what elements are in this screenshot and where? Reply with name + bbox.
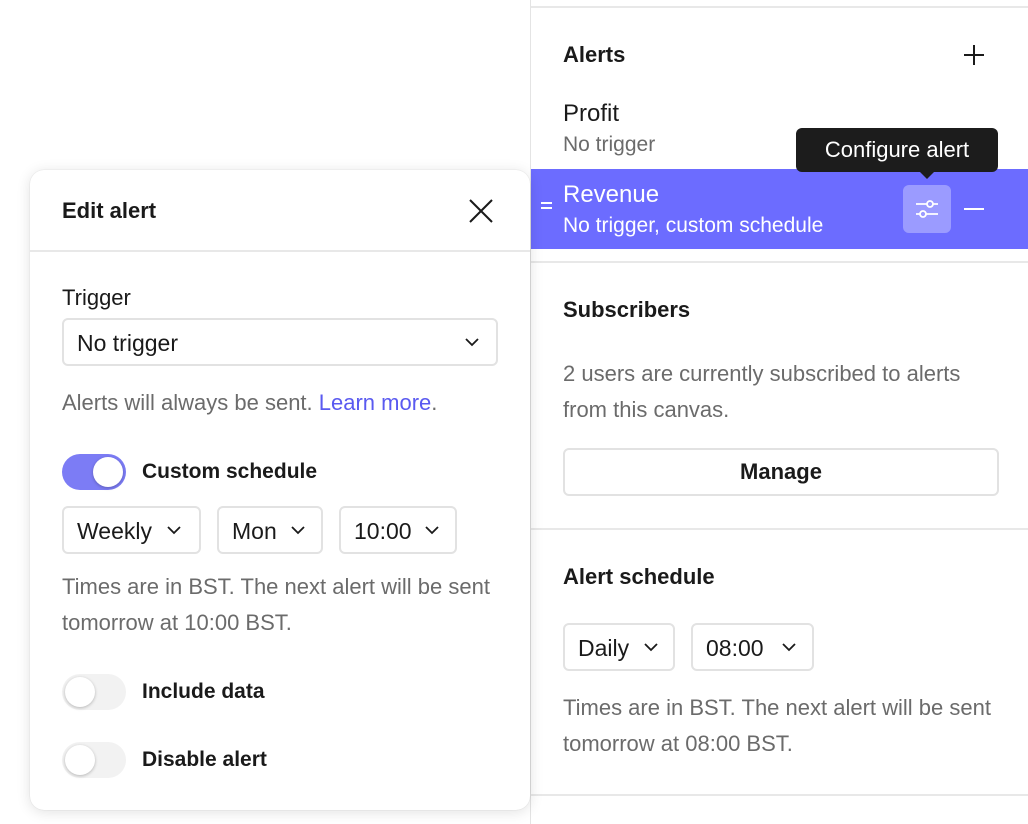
divider <box>531 794 1028 796</box>
schedule-note: Times are in BST. The next alert will be… <box>563 695 991 756</box>
hint-text: Alerts will always be sent. <box>62 390 319 415</box>
schedule-frequency-select[interactable]: Daily <box>563 623 675 671</box>
dialog-title: Edit alert <box>62 198 157 223</box>
subscribers-title: Subscribers <box>563 297 691 322</box>
trigger-hint: Alerts will always be sent. Learn more. <box>62 385 437 421</box>
chevron-down-icon <box>782 643 796 652</box>
alert-item-profit[interactable]: Profit No trigger <box>531 0 1028 156</box>
include-data-toggle[interactable] <box>62 674 126 710</box>
select-value: 10:00 <box>354 518 412 544</box>
select-value: Mon <box>232 518 277 544</box>
custom-schedule-label: Custom schedule <box>142 460 318 483</box>
edit-alert-dialog: Edit alert Trigger No trigger Alerts wil… <box>30 170 530 810</box>
time-select[interactable]: 10:00 <box>339 506 457 554</box>
alert-name: Revenue <box>563 181 660 208</box>
divider <box>531 528 1028 530</box>
trigger-label: Trigger <box>62 285 131 310</box>
configure-alert-tooltip: Configure alert <box>796 128 998 179</box>
day-select[interactable]: Mon <box>217 506 323 554</box>
frequency-select[interactable]: Weekly <box>62 506 201 554</box>
trigger-select[interactable]: No trigger <box>62 318 498 366</box>
alerts-side-panel: Alerts Profit No trigger Revenue No trig… <box>530 0 1028 824</box>
chevron-down-icon <box>465 338 479 347</box>
alert-status: No trigger <box>563 133 656 156</box>
configure-alert-button[interactable] <box>903 185 951 233</box>
select-value: No trigger <box>77 330 178 356</box>
include-data-label: Include data <box>142 680 265 703</box>
close-icon <box>469 199 493 223</box>
hint-suffix: . <box>431 390 438 415</box>
toggle-knob <box>65 677 95 707</box>
chevron-down-icon <box>425 526 439 535</box>
toggle-knob <box>93 457 123 487</box>
learn-more-link[interactable]: Learn more <box>319 390 432 415</box>
chevron-down-icon <box>644 643 658 652</box>
select-value: 08:00 <box>706 635 764 661</box>
subscribers-description: 2 users are currently subscribed to aler… <box>563 361 961 422</box>
divider <box>30 250 530 252</box>
manage-button[interactable]: Manage <box>563 448 999 496</box>
remove-alert-minus-icon[interactable] <box>961 198 987 220</box>
drag-handle-icon[interactable] <box>541 202 553 212</box>
close-button[interactable] <box>466 196 496 226</box>
alert-name: Profit <box>563 100 620 127</box>
alert-item-revenue[interactable]: Revenue No trigger, custom schedule <box>531 169 1028 249</box>
divider <box>531 261 1028 263</box>
alert-schedule-title: Alert schedule <box>563 564 715 589</box>
schedule-note: Times are in BST. The next alert will be… <box>62 574 490 635</box>
select-value: Daily <box>578 635 630 661</box>
custom-schedule-toggle[interactable] <box>62 454 126 490</box>
alert-status: No trigger, custom schedule <box>563 214 824 237</box>
disable-alert-toggle[interactable] <box>62 742 126 778</box>
disable-alert-label: Disable alert <box>142 748 267 771</box>
schedule-time-select[interactable]: 08:00 <box>691 623 814 671</box>
chevron-down-icon <box>167 526 181 535</box>
toggle-knob <box>65 745 95 775</box>
sliders-icon <box>916 200 938 218</box>
app-root: Alerts Profit No trigger Revenue No trig… <box>0 0 1028 824</box>
chevron-down-icon <box>291 526 305 535</box>
select-value: Weekly <box>77 518 152 544</box>
